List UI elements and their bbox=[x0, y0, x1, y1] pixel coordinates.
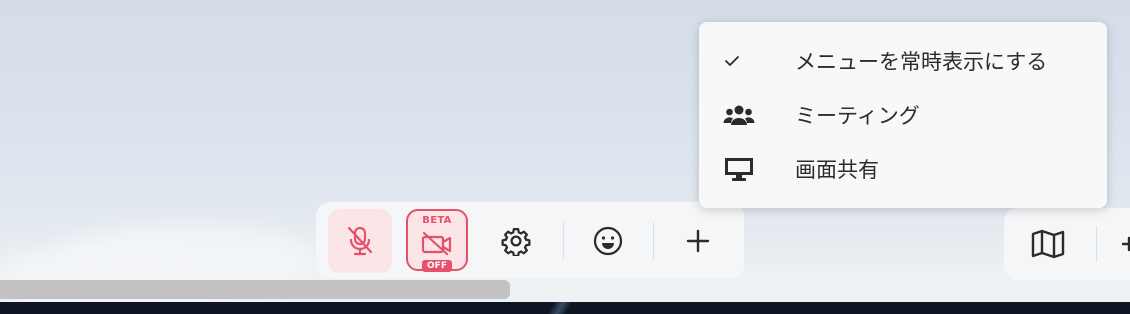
checkmark-icon bbox=[723, 49, 755, 73]
toolbar-divider bbox=[563, 222, 564, 260]
gear-icon bbox=[501, 228, 531, 256]
off-badge: OFF bbox=[422, 260, 452, 272]
secondary-toolbar bbox=[1004, 208, 1130, 280]
people-group-icon bbox=[723, 103, 755, 127]
menu-item-label: ミーティング bbox=[795, 104, 920, 128]
toolbar-divider bbox=[1096, 226, 1097, 262]
plus-icon bbox=[686, 229, 710, 253]
camera-off-icon bbox=[421, 231, 452, 255]
menu-item-meeting[interactable]: ミーティング bbox=[699, 88, 1107, 142]
horizontal-scrollbar[interactable] bbox=[0, 280, 510, 299]
emoji-button[interactable] bbox=[576, 209, 640, 273]
taskbar-strip bbox=[0, 302, 1130, 314]
mic-toggle-button[interactable] bbox=[328, 209, 392, 273]
beta-badge: BETA bbox=[422, 215, 452, 226]
monitor-icon bbox=[723, 157, 755, 181]
microphone-off-icon bbox=[347, 226, 373, 256]
menu-item-label: メニューを常時表示にする bbox=[795, 50, 1048, 74]
map-icon bbox=[1031, 229, 1065, 259]
settings-button[interactable] bbox=[484, 209, 548, 273]
toolbar-divider bbox=[653, 222, 654, 260]
camera-toggle-button[interactable]: BETA OFF bbox=[406, 209, 468, 272]
partial-icon bbox=[1122, 236, 1130, 252]
menu-item-always-show-menu[interactable]: メニューを常時表示にする bbox=[699, 34, 1107, 88]
context-menu: メニューを常時表示にする ミーティング 画面共有 bbox=[699, 22, 1107, 208]
menu-item-screen-share[interactable]: 画面共有 bbox=[699, 142, 1107, 196]
menu-item-label: 画面共有 bbox=[795, 158, 879, 182]
smiley-icon bbox=[593, 226, 623, 256]
map-button[interactable] bbox=[1022, 218, 1074, 270]
add-button[interactable] bbox=[666, 209, 730, 273]
main-toolbar: BETA OFF bbox=[316, 202, 744, 279]
